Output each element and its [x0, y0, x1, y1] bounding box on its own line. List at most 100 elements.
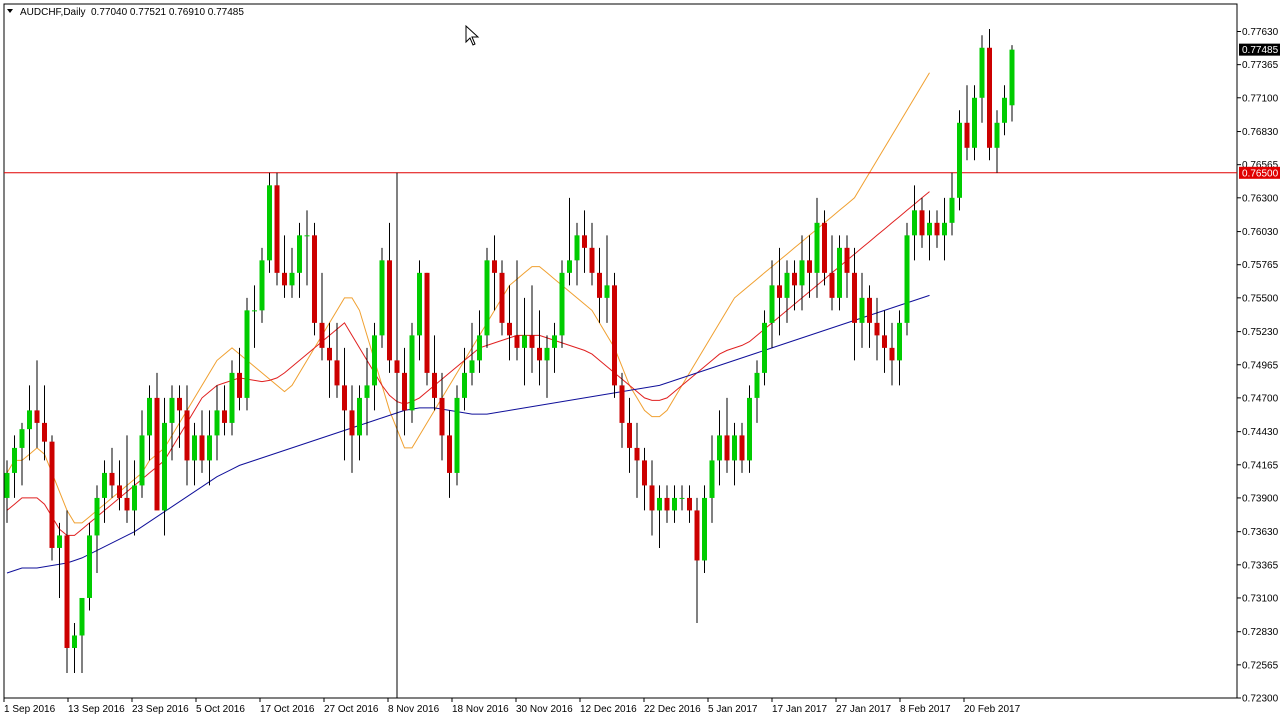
- candle-body: [672, 497, 677, 511]
- candle-body: [964, 122, 970, 148]
- candle: [424, 272, 430, 386]
- candle: [987, 29, 992, 161]
- candle-body: [987, 47, 992, 148]
- candle: [957, 110, 962, 211]
- price-tick-label: 0.74430: [1242, 427, 1279, 438]
- time-tick-label: 27 Jan 2017: [836, 704, 891, 715]
- price-chart[interactable]: AUDCHF,Daily 0.77040 0.77521 0.76910 0.7…: [0, 0, 1280, 720]
- candle-body: [417, 272, 422, 336]
- candle-body: [552, 335, 557, 348]
- candle-body: [282, 272, 287, 286]
- time-tick-label: 5 Oct 2016: [196, 704, 245, 715]
- candle-body: [87, 535, 92, 598]
- candle-body: [859, 297, 865, 323]
- candle-body: [1009, 49, 1015, 106]
- candle-body: [717, 435, 722, 461]
- candle: [702, 485, 707, 573]
- candle: [379, 247, 385, 348]
- candle-body: [222, 410, 227, 423]
- time-tick-label: 23 Sep 2016: [132, 704, 189, 715]
- candle-body: [844, 247, 850, 273]
- time-tick-label: 5 Jan 2017: [708, 704, 758, 715]
- candle-body: [117, 485, 122, 498]
- candle-body: [769, 285, 775, 323]
- time-tick-label: 20 Feb 2017: [964, 704, 1021, 715]
- price-tick-label: 0.75230: [1242, 327, 1279, 338]
- candle-body: [912, 210, 917, 236]
- time-tick-label: 27 Oct 2016: [324, 704, 379, 715]
- candle-body: [589, 247, 595, 273]
- price-tick-label: 0.77365: [1242, 60, 1279, 71]
- candle: [904, 222, 910, 336]
- price-tick-label: 0.73100: [1242, 593, 1279, 604]
- candle-body: [642, 460, 647, 486]
- candle-body: [64, 535, 70, 648]
- candle: [87, 522, 92, 611]
- chart-frame: [3, 3, 1238, 699]
- candle-body: [312, 235, 317, 323]
- candle-body: [124, 497, 130, 511]
- candle-body: [469, 360, 475, 373]
- current-price-label: 0.77485: [1242, 45, 1279, 56]
- time-tick-label: 8 Feb 2017: [900, 704, 951, 715]
- candle-body: [852, 272, 857, 323]
- candle-body: [4, 472, 10, 498]
- candle-body: [342, 385, 347, 411]
- candle-body: [432, 372, 437, 398]
- candle-body: [454, 397, 460, 473]
- price-tick-label: 0.76030: [1242, 227, 1279, 238]
- candle-body: [649, 485, 655, 511]
- candle-body: [462, 372, 467, 398]
- candle-body: [904, 235, 910, 323]
- ohlc-values: 0.77040 0.77521 0.76910 0.77485: [91, 7, 244, 18]
- candle-body: [199, 435, 205, 461]
- candle-body: [537, 347, 542, 361]
- price-tick-label: 0.77100: [1242, 93, 1279, 104]
- candle-body: [387, 260, 392, 361]
- candle-body: [499, 272, 505, 323]
- candle-body: [139, 435, 145, 486]
- candle-body: [889, 347, 895, 361]
- candle-body: [979, 47, 985, 98]
- candle-body: [529, 335, 535, 348]
- candle-body: [402, 372, 407, 411]
- time-tick-label: 30 Nov 2016: [516, 704, 573, 715]
- candle-body: [949, 197, 955, 223]
- candle-body: [177, 397, 182, 411]
- candle-body: [192, 435, 197, 461]
- candle-body: [319, 322, 325, 348]
- candle-body: [94, 497, 100, 536]
- candle: [49, 435, 55, 561]
- candle-body: [304, 235, 310, 237]
- candle-body: [372, 335, 377, 386]
- candle-body: [409, 335, 415, 411]
- time-tick-label: 17 Jan 2017: [772, 704, 827, 715]
- candle: [267, 172, 272, 273]
- candle-body: [214, 410, 220, 436]
- candle-body: [822, 222, 827, 273]
- candle-body: [394, 360, 400, 373]
- candle-body: [799, 260, 805, 286]
- candle-body: [897, 322, 902, 361]
- candle-body: [597, 272, 602, 298]
- candle: [454, 385, 460, 486]
- candle-body: [484, 260, 490, 336]
- candle-body: [267, 185, 272, 261]
- candle-body: [544, 347, 550, 361]
- candle-body: [57, 535, 62, 548]
- candle: [484, 247, 490, 348]
- candle-body: [34, 410, 40, 423]
- candle-body: [634, 447, 640, 461]
- candle-body: [237, 372, 242, 398]
- candle-body: [574, 235, 580, 261]
- price-tick-label: 0.72830: [1242, 627, 1279, 638]
- candle-body: [259, 260, 265, 311]
- candle-body: [162, 422, 167, 511]
- candle-body: [507, 322, 512, 336]
- candle-body: [747, 397, 752, 461]
- candle-body: [297, 235, 302, 273]
- candle-body: [972, 97, 977, 148]
- candle: [559, 260, 565, 348]
- candle-body: [957, 122, 962, 198]
- candle-body: [154, 397, 160, 511]
